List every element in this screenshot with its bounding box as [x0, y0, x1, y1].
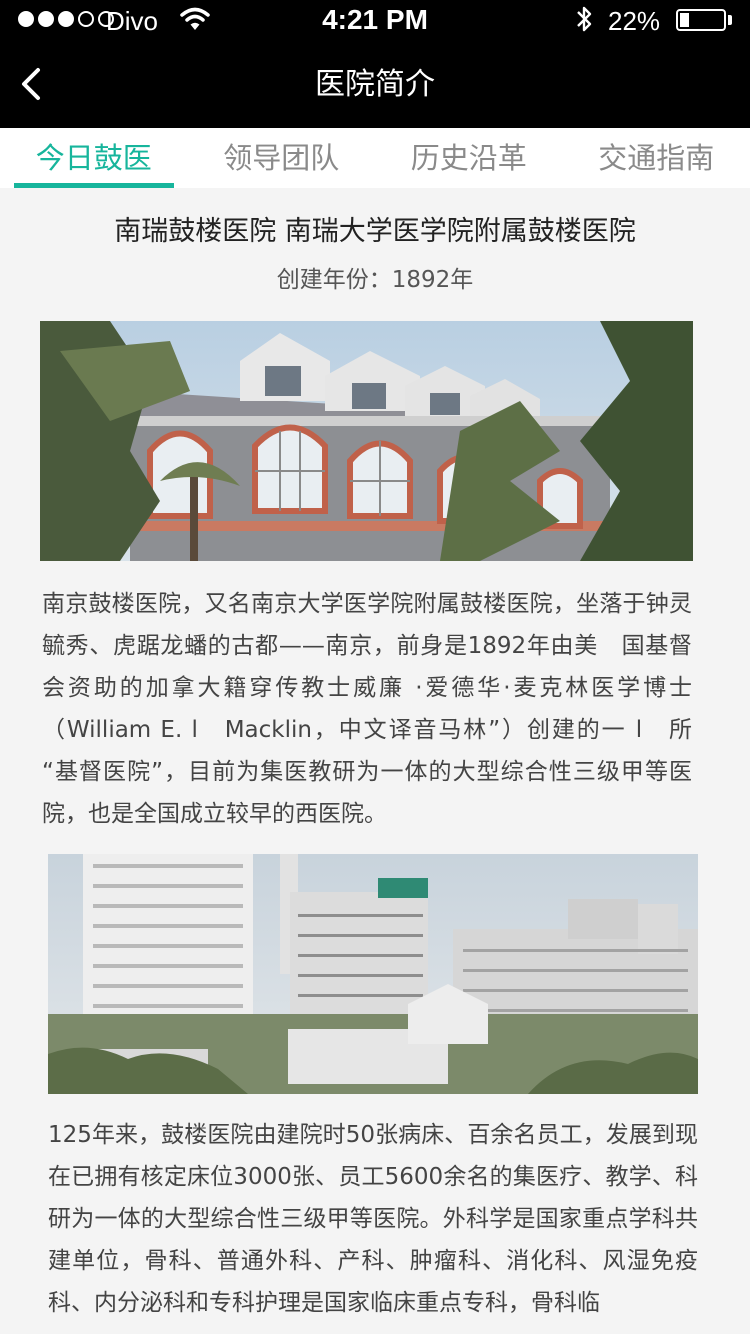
- tab-directions[interactable]: 交通指南: [563, 128, 750, 188]
- intro-paragraph: 南京鼓楼医院，又名南京大学医学院附属鼓楼医院，坐落于钟灵毓秀、虎踞龙蟠的古都——…: [42, 591, 692, 827]
- battery-tip: [728, 15, 732, 25]
- founded-label: 创建年份：: [276, 267, 392, 293]
- bluetooth-icon: [577, 6, 592, 32]
- founded-year: 1892年: [391, 267, 474, 293]
- page-title: 医院简介: [315, 67, 435, 102]
- battery-percent: 22%: [608, 6, 661, 36]
- modern-campus-photo: [48, 854, 698, 1094]
- hospital-name: 南瑞鼓楼医院 南瑞大学医学院附属鼓楼医院: [114, 216, 636, 247]
- navigation-bar: 医院简介: [0, 40, 750, 128]
- active-tab-indicator: [14, 183, 174, 188]
- tab-bar: 今日鼓医 领导团队 历史沿革 交通指南: [0, 128, 750, 188]
- battery-icon: [676, 9, 726, 31]
- tab-leadership[interactable]: 领导团队: [188, 128, 376, 188]
- battery-level-fill: [680, 13, 689, 27]
- history-paragraph: 125年来，鼓楼医院由建院时50张病床、百余名员工，发展到现在已拥有核定床位30…: [48, 1122, 698, 1316]
- status-bar: Divo 4:21 PM 22%: [0, 0, 750, 40]
- page: Divo 4:21 PM 22% 医院简介 今日鼓医 领导团队 历史沿革 交通指…: [0, 0, 750, 1334]
- tab-history[interactable]: 历史沿革: [375, 128, 563, 188]
- tab-today[interactable]: 今日鼓医: [0, 128, 188, 188]
- founded-line: 创建年份：1892年: [0, 264, 750, 296]
- historic-building-photo: [40, 321, 693, 561]
